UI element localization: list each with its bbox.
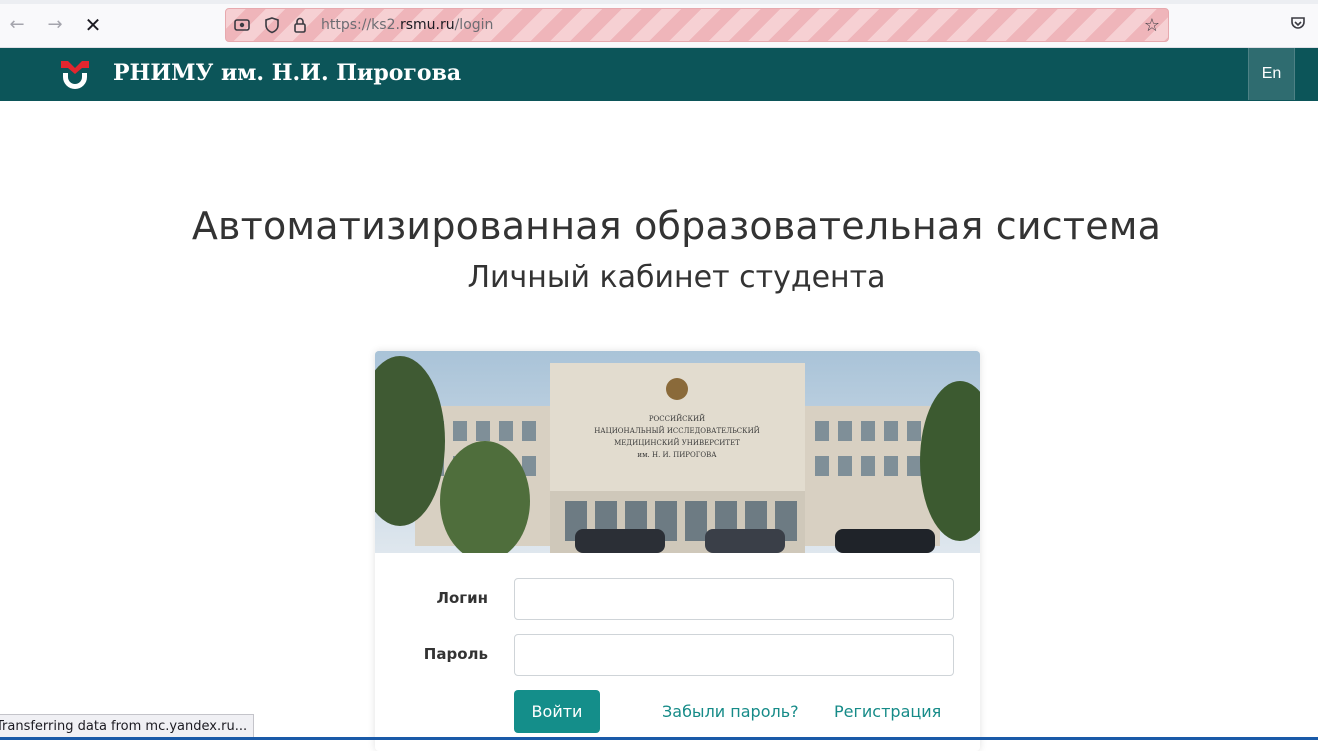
register-link[interactable]: Регистрация xyxy=(834,702,941,721)
back-button[interactable]: ← xyxy=(4,12,30,38)
sign-line-4: им. Н. И. ПИРОГОВА xyxy=(637,451,717,459)
login-button[interactable]: Войти xyxy=(514,690,600,733)
forgot-password-link[interactable]: Забыли пароль? xyxy=(662,702,799,721)
close-icon: ✕ xyxy=(84,13,102,37)
password-label: Пароль xyxy=(423,645,488,663)
lock-icon[interactable] xyxy=(290,16,310,36)
password-input[interactable] xyxy=(514,634,954,676)
url-prefix: https://ks2. xyxy=(321,17,400,33)
status-text: Transferring data from mc.yandex.ru... xyxy=(0,719,248,734)
url-domain: rsmu.ru xyxy=(399,17,455,33)
site-title[interactable]: РНИМУ им. Н.И. Пирогова xyxy=(113,60,461,86)
url-bar[interactable]: https://ks2.rsmu.ru/login ☆ xyxy=(225,8,1169,42)
login-input[interactable] xyxy=(514,578,954,620)
stop-button[interactable]: ✕ xyxy=(80,12,106,38)
pocket-icon[interactable] xyxy=(1288,14,1308,34)
url-path: /login xyxy=(454,17,494,33)
shield-icon[interactable] xyxy=(262,16,282,36)
browser-toolbar: ← → ✕ https://ks2.rsmu.ru/login ☆ xyxy=(0,0,1318,48)
sign-line-2: НАЦИОНАЛЬНЫЙ ИССЛЕДОВАТЕЛЬСКИЙ xyxy=(594,426,760,435)
page-subtitle: Личный кабинет студента xyxy=(467,260,886,295)
remote-control-icon[interactable] xyxy=(232,16,252,36)
university-building-photo: РОССИЙСКИЙ НАЦИОНАЛЬНЫЙ ИССЛЕДОВАТЕЛЬСКИ… xyxy=(375,351,980,553)
university-logo[interactable] xyxy=(58,58,92,92)
login-label: Логин xyxy=(436,589,488,607)
forward-button[interactable]: → xyxy=(42,12,68,38)
status-bar: Transferring data from mc.yandex.ru... xyxy=(0,714,255,739)
tab-strip xyxy=(0,0,1318,4)
sign-line-1: РОССИЙСКИЙ xyxy=(649,414,705,423)
language-switch-button[interactable]: En xyxy=(1248,48,1295,100)
star-icon[interactable]: ☆ xyxy=(1144,15,1160,36)
site-header: РНИМУ им. Н.И. Пирогова En xyxy=(0,48,1318,101)
sign-line-3: МЕДИЦИНСКИЙ УНИВЕРСИТЕТ xyxy=(614,438,740,447)
url-text[interactable]: https://ks2.rsmu.ru/login xyxy=(321,17,493,33)
login-card: РОССИЙСКИЙ НАЦИОНАЛЬНЫЙ ИССЛЕДОВАТЕЛЬСКИ… xyxy=(375,351,980,751)
page-title: Автоматизированная образовательная систе… xyxy=(191,204,1162,248)
arrow-right-icon: → xyxy=(47,14,63,35)
arrow-left-icon: ← xyxy=(9,14,25,35)
